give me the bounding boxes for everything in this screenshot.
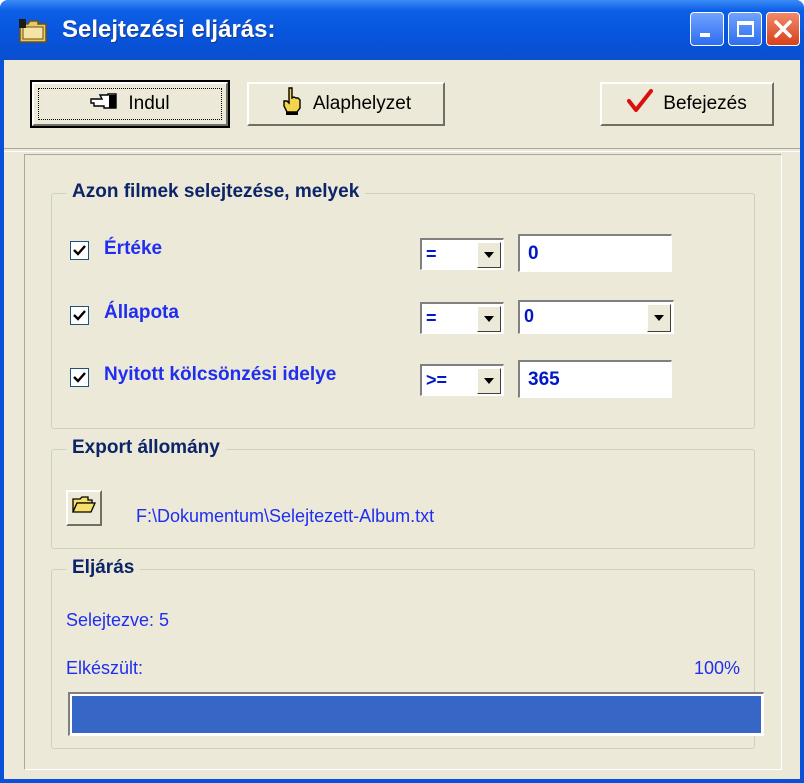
criteria-group: Azon filmek selejtezése, melyek Értéke =… bbox=[51, 181, 755, 429]
hand-icon bbox=[281, 86, 303, 122]
value-input[interactable]: 0 bbox=[518, 234, 672, 272]
start-button[interactable]: Indul bbox=[30, 80, 230, 128]
export-group-title: Export állomány bbox=[66, 437, 226, 459]
done-label: Elkészült: bbox=[66, 658, 144, 678]
window-title: Selejtezési eljárás: bbox=[62, 16, 276, 43]
condition-checkbox[interactable] bbox=[70, 306, 89, 325]
minimize-button[interactable] bbox=[690, 12, 724, 46]
close-icon bbox=[774, 20, 792, 38]
app-window: Selejtezési eljárás: Indul Alaphelyzet B… bbox=[0, 0, 804, 783]
value-operator-select[interactable]: = bbox=[420, 238, 504, 270]
progress-bar bbox=[68, 692, 764, 736]
browse-button[interactable] bbox=[66, 490, 102, 526]
rental-period-operator-value: >= bbox=[426, 370, 448, 390]
condition-value: 0 bbox=[524, 306, 535, 326]
progress-percent: 100% bbox=[693, 658, 740, 678]
finish-button-label: Befejezés bbox=[663, 93, 747, 114]
reset-button[interactable]: Alaphelyzet bbox=[247, 82, 445, 126]
checkmark-icon bbox=[627, 88, 654, 120]
pointing-hand-icon bbox=[90, 92, 118, 116]
title-bar[interactable]: Selejtezési eljárás: bbox=[0, 0, 804, 60]
minimize-icon bbox=[700, 33, 710, 37]
chevron-down-icon[interactable] bbox=[477, 368, 501, 394]
rental-period-operator-select[interactable]: >= bbox=[420, 364, 504, 396]
check-icon bbox=[73, 310, 86, 321]
chevron-down-icon[interactable] bbox=[477, 242, 501, 268]
main-panel: Azon filmek selejtezése, melyek Értéke =… bbox=[24, 154, 782, 770]
chevron-down-icon[interactable] bbox=[477, 306, 501, 332]
criteria-group-title: Azon filmek selejtezése, melyek bbox=[66, 181, 366, 203]
export-group: Export állomány F:\Dokumentum\Selejtezet… bbox=[51, 437, 755, 549]
chevron-down-icon[interactable] bbox=[647, 304, 671, 332]
condition-label: Állapota bbox=[104, 302, 179, 323]
rental-period-label: Nyitott kölcsönzési idelye bbox=[104, 364, 337, 385]
toolbar-separator bbox=[4, 148, 800, 152]
open-folder-icon bbox=[71, 496, 97, 520]
folder-app-icon bbox=[18, 18, 48, 44]
check-icon bbox=[73, 372, 86, 383]
value-label: Értéke bbox=[104, 238, 163, 259]
rental-period-input[interactable]: 365 bbox=[518, 360, 672, 398]
value-checkbox[interactable] bbox=[70, 241, 89, 260]
reset-button-label: Alaphelyzet bbox=[312, 93, 412, 114]
check-icon bbox=[73, 245, 86, 256]
start-button-label: Indul bbox=[128, 93, 170, 114]
condition-operator-select[interactable]: = bbox=[420, 302, 504, 334]
maximize-icon bbox=[737, 21, 754, 37]
rental-period-checkbox[interactable] bbox=[70, 368, 89, 387]
value-operator-value: = bbox=[426, 244, 437, 264]
client-area: Indul Alaphelyzet Befejezés Azon filmek … bbox=[4, 60, 800, 779]
maximize-button[interactable] bbox=[728, 12, 762, 46]
progress-fill bbox=[72, 696, 761, 733]
status-strip bbox=[4, 770, 800, 779]
condition-value-select[interactable]: 0 bbox=[518, 300, 674, 334]
export-path: F:\Dokumentum\Selejtezett-Album.txt bbox=[136, 506, 435, 526]
close-button[interactable] bbox=[766, 12, 800, 46]
discarded-count: Selejtezve: 5 bbox=[66, 610, 170, 630]
procedure-group: Eljárás Selejtezve: 5 Elkészült: 100% bbox=[51, 557, 764, 749]
procedure-group-title: Eljárás bbox=[66, 557, 141, 579]
finish-button[interactable]: Befejezés bbox=[600, 82, 774, 126]
condition-operator-value: = bbox=[426, 308, 437, 328]
